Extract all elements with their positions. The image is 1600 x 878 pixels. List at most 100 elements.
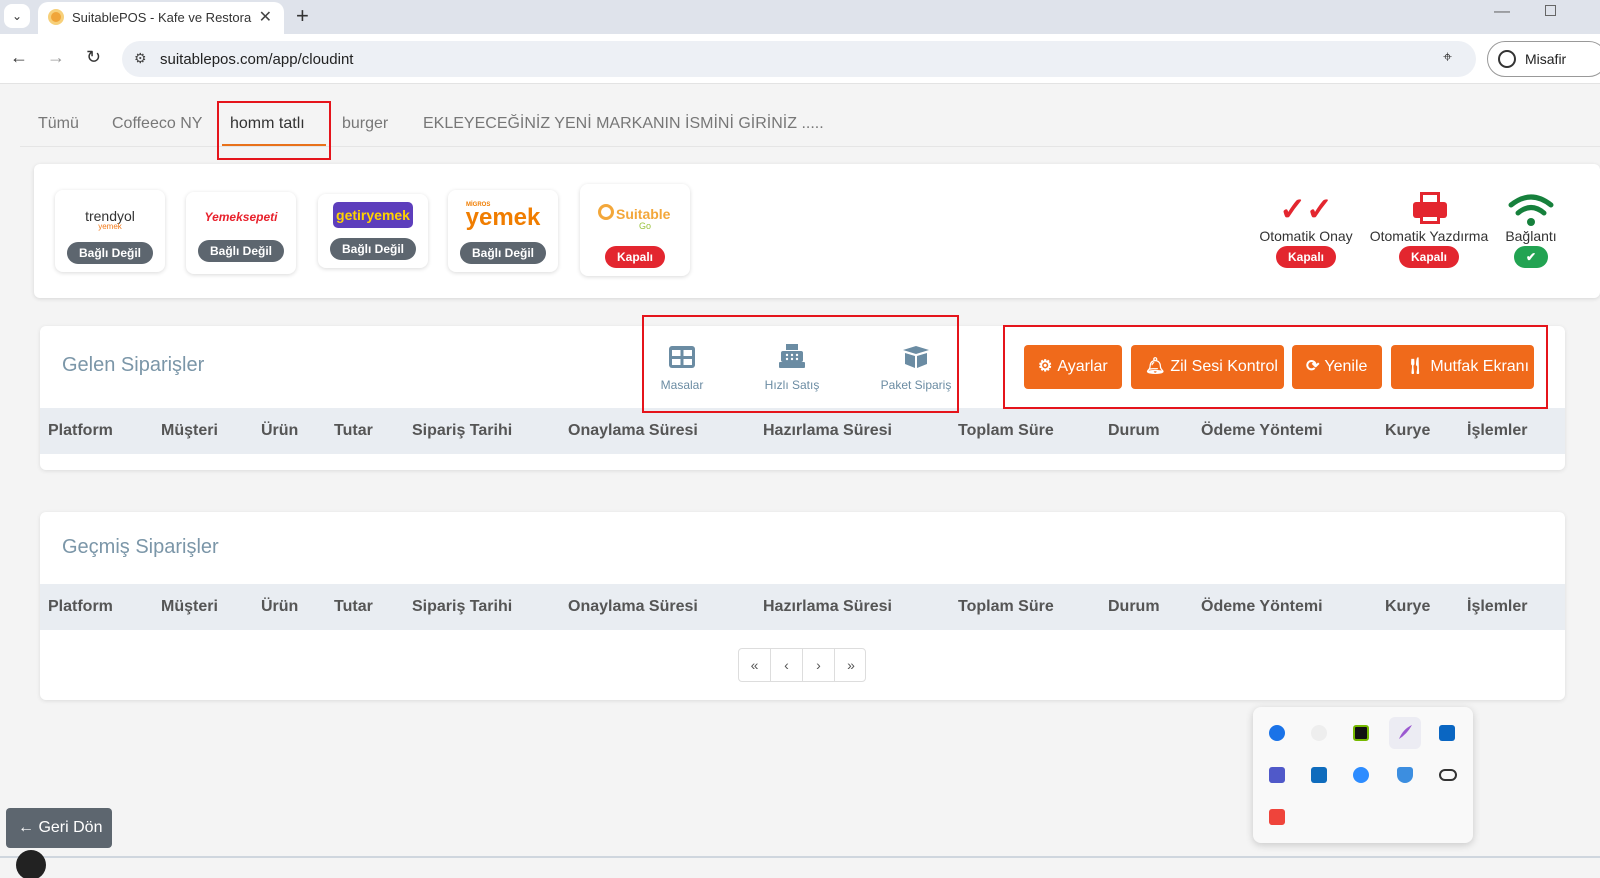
outlook-icon[interactable] bbox=[1311, 767, 1327, 783]
edge-icon[interactable] bbox=[1269, 725, 1285, 741]
col-tutar: Tutar bbox=[334, 598, 373, 615]
back-arrow-icon[interactable]: ← bbox=[10, 47, 28, 68]
tab-new-brand[interactable]: EKLEYECEĞİNİZ YENİ MARKANIN İSMİNİ GİRİN… bbox=[423, 115, 824, 133]
migros-yemek-logo: yemek bbox=[465, 204, 541, 231]
migros-yemek-card[interactable]: MİGROS yemek Bağlı Değil bbox=[448, 190, 558, 272]
suitable-go-logo-sub: Go bbox=[638, 221, 651, 231]
suitable-go-status-badge: Kapalı bbox=[604, 246, 666, 268]
nvidia-icon[interactable] bbox=[1353, 725, 1369, 741]
auto-approve-label: Otomatik Onay bbox=[1259, 228, 1353, 244]
col-durum: Durum bbox=[1108, 598, 1160, 615]
chat-widget-icon[interactable] bbox=[16, 850, 46, 878]
maximize-icon[interactable] bbox=[1545, 5, 1556, 16]
col-tutar: Tutar bbox=[334, 422, 373, 439]
browser-tab[interactable]: SuitablePOS - Kafe ve Restoran Y ✕ bbox=[38, 2, 284, 34]
past-table-header: Platform Müşteri Ürün Tutar Sipariş Tari… bbox=[40, 584, 1565, 630]
integration-panel: trendyol yemek Bağlı Değil Yemeksepeti B… bbox=[34, 164, 1600, 298]
auto-print-badge: Kapalı bbox=[1398, 246, 1459, 268]
new-tab-icon[interactable]: + bbox=[296, 3, 309, 29]
arrow-left-icon: ← bbox=[18, 819, 34, 836]
reload-icon[interactable]: ↻ bbox=[86, 47, 101, 68]
connection-status[interactable]: Bağlantı ✔ bbox=[1502, 190, 1560, 268]
col-durum: Durum bbox=[1108, 422, 1160, 439]
trendyol-logo-sub: yemek bbox=[98, 222, 122, 231]
col-onaylama-suresi: Onaylama Süresi bbox=[568, 422, 698, 439]
trendyol-card[interactable]: trendyol yemek Bağlı Değil bbox=[55, 190, 165, 272]
yemeksepeti-card[interactable]: Yemeksepeti Bağlı Değil bbox=[186, 192, 296, 274]
geri-don-label: Geri Dön bbox=[38, 819, 103, 836]
browser-tab-title: SuitablePOS - Kafe ve Restoran Y bbox=[72, 10, 252, 25]
printer-icon bbox=[1368, 190, 1490, 228]
double-check-icon: ✓✓ bbox=[1279, 191, 1333, 227]
col-hazirlama-suresi: Hazırlama Süresi bbox=[763, 598, 892, 615]
highlight-action-buttons bbox=[1003, 325, 1548, 409]
wifi-icon bbox=[1502, 190, 1560, 228]
getiryemek-card[interactable]: getiryemek Bağlı Değil bbox=[318, 194, 428, 268]
col-urun: Ürün bbox=[261, 422, 299, 439]
pagination: « ‹ › » bbox=[738, 648, 866, 682]
past-orders-title: Geçmiş Siparişler bbox=[62, 536, 219, 558]
anydesk-icon[interactable] bbox=[1269, 809, 1285, 825]
tab-tumu[interactable]: Tümü bbox=[38, 115, 79, 133]
geri-don-button[interactable]: ← Geri Dön bbox=[6, 808, 112, 848]
col-kurye: Kurye bbox=[1385, 598, 1431, 615]
auto-print-label: Otomatik Yazdırma bbox=[1369, 228, 1489, 244]
profile-button[interactable]: Misafir bbox=[1487, 41, 1600, 77]
col-toplam-sure: Toplam Süre bbox=[958, 422, 1054, 439]
col-toplam-sure: Toplam Süre bbox=[958, 598, 1054, 615]
system-tray-popup bbox=[1253, 707, 1473, 843]
bottom-border bbox=[0, 856, 1600, 858]
suitable-go-logo: Suitable bbox=[616, 206, 671, 222]
profile-label: Misafir bbox=[1525, 51, 1567, 67]
zoom-icon[interactable] bbox=[1353, 767, 1369, 783]
getiryemek-logo: getiryemek bbox=[333, 202, 413, 228]
chrome-icon[interactable] bbox=[1311, 725, 1327, 741]
connection-label: Bağlantı bbox=[1505, 228, 1557, 244]
col-musteri: Müşteri bbox=[161, 598, 218, 615]
teams-icon[interactable] bbox=[1269, 767, 1285, 783]
col-musteri: Müşteri bbox=[161, 422, 218, 439]
auto-print-status[interactable]: Otomatik Yazdırma Kapalı bbox=[1368, 190, 1490, 268]
forward-arrow-icon[interactable]: → bbox=[47, 47, 65, 68]
col-siparis-tarihi: Sipariş Tarihi bbox=[412, 422, 513, 439]
col-siparis-tarihi: Sipariş Tarihi bbox=[412, 598, 513, 615]
migros-yemek-status-badge: Bağlı Değil bbox=[459, 242, 547, 264]
tab-burger[interactable]: burger bbox=[342, 115, 388, 133]
yemeksepeti-status-badge: Bağlı Değil bbox=[197, 240, 285, 262]
col-islemler: İşlemler bbox=[1467, 422, 1528, 439]
col-odeme-yontemi: Ödeme Yöntemi bbox=[1201, 598, 1323, 615]
defender-icon[interactable] bbox=[1397, 767, 1413, 783]
minimize-icon[interactable]: — bbox=[1494, 3, 1510, 21]
tab-coffeeco-ny[interactable]: Coffeeco NY bbox=[112, 115, 202, 133]
col-onaylama-suresi: Onaylama Süresi bbox=[568, 598, 698, 615]
tab-search-dropdown[interactable]: ⌄ bbox=[4, 4, 30, 28]
auto-approve-status[interactable]: ✓✓ Otomatik Onay Kapalı bbox=[1258, 190, 1354, 268]
linkedin-icon[interactable] bbox=[1439, 725, 1455, 741]
incoming-table-header: Platform Müşteri Ürün Tutar Sipariş Tari… bbox=[40, 408, 1565, 454]
col-odeme-yontemi: Ödeme Yöntemi bbox=[1201, 422, 1323, 439]
getiryemek-status-badge: Bağlı Değil bbox=[329, 238, 417, 260]
highlight-active-tab bbox=[217, 101, 331, 160]
location-pin-icon[interactable]: ⌖ bbox=[1443, 49, 1452, 67]
next-page-button[interactable]: › bbox=[803, 649, 835, 681]
incoming-orders-title: Gelen Siparişler bbox=[62, 354, 205, 376]
first-page-button[interactable]: « bbox=[739, 649, 771, 681]
col-islemler: İşlemler bbox=[1467, 598, 1528, 615]
onedrive-icon[interactable] bbox=[1439, 769, 1457, 781]
close-tab-icon[interactable]: ✕ bbox=[259, 7, 272, 27]
yemeksepeti-logo: Yemeksepeti bbox=[204, 210, 278, 224]
highlight-quick-actions bbox=[642, 315, 959, 413]
suitable-go-pin-icon bbox=[598, 204, 614, 220]
prev-page-button[interactable]: ‹ bbox=[771, 649, 803, 681]
address-bar[interactable]: ⚙ suitablepos.com/app/cloudint ⌖ bbox=[122, 41, 1476, 77]
col-hazirlama-suresi: Hazırlama Süresi bbox=[763, 422, 892, 439]
suitablepos-favicon-icon bbox=[48, 9, 64, 25]
auto-approve-badge: Kapalı bbox=[1275, 246, 1336, 268]
last-page-button[interactable]: » bbox=[835, 649, 867, 681]
browser-toolbar: ← → ↻ ⚙ suitablepos.com/app/cloudint ⌖ M… bbox=[0, 34, 1600, 84]
col-kurye: Kurye bbox=[1385, 422, 1431, 439]
url-text: suitablepos.com/app/cloudint bbox=[160, 51, 354, 68]
suitable-go-card[interactable]: Suitable Go Kapalı bbox=[580, 184, 690, 276]
site-settings-icon[interactable]: ⚙ bbox=[134, 50, 147, 67]
col-platform: Platform bbox=[48, 598, 113, 615]
